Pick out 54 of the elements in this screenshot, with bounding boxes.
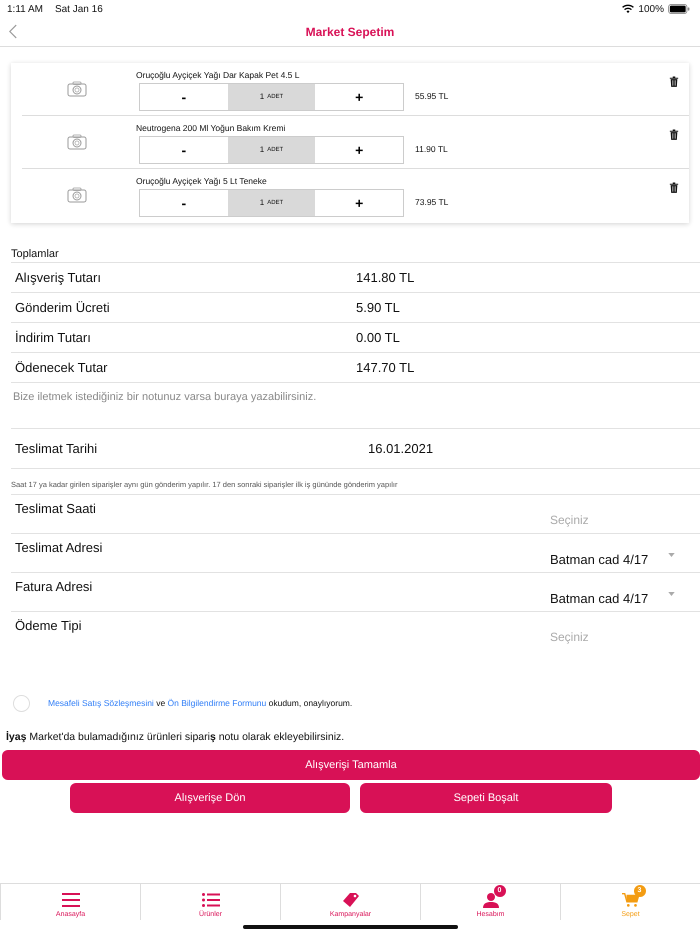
date-value: 16.01.2021 [368, 441, 434, 456]
product-name: Neutrogena 200 Ml Yoğun Bakım Kremi [136, 122, 286, 132]
trash-icon[interactable] [669, 181, 679, 194]
agreement-checkbox[interactable] [13, 694, 30, 712]
contract-link[interactable]: Mesafeli Satış Sözleşmesini [48, 698, 154, 708]
battery-percentage: 100% [638, 4, 664, 14]
camera-icon [67, 81, 87, 97]
list-icon [202, 892, 220, 908]
total-value: 0.00 TL [356, 330, 400, 345]
back-to-shopping-button[interactable]: Alışverişe Dön [70, 783, 350, 813]
product-price: 73.95 TL [415, 196, 448, 207]
field-label: Fatura Adresi [14, 578, 94, 596]
trash-icon[interactable] [669, 75, 679, 88]
quantity-value: 1 [260, 92, 264, 101]
total-label: Gönderim Ücreti [14, 300, 111, 315]
info-form-link[interactable]: Ön Bilgilendirme Formunu [168, 698, 266, 708]
empty-cart-button[interactable]: Sepeti Boşalt [360, 783, 612, 813]
back-icon[interactable] [9, 24, 17, 39]
field-label: Teslimat Tarihi [14, 441, 98, 456]
wifi-icon [622, 4, 634, 14]
total-label: Ödenecek Tutar [14, 360, 108, 375]
field-label: Ödeme Tipi [14, 617, 82, 635]
total-label: İndirim Tutarı [14, 330, 92, 345]
total-label: Alışveriş Tutarı [14, 270, 102, 285]
complete-order-button[interactable]: Alışverişi Tamamla [2, 750, 700, 780]
total-value: 5.90 TL [356, 300, 400, 315]
caret-icon [668, 592, 676, 596]
camera-icon [67, 187, 87, 203]
user-icon [482, 892, 500, 908]
product-name: Oruçoğlu Ayçiçek Yağı 5 Lt Teneke [136, 176, 268, 186]
select-field[interactable]: Batman cad 4/17 [550, 573, 700, 611]
tag-icon [342, 892, 360, 908]
total-value: 141.80 TL [356, 270, 414, 285]
section-heading: Toplamlar [11, 248, 60, 262]
order-note-text: İyaş Market'da bulamadığınız ürünleri sipariş notu olarak ekleyebilirsiniz. [6, 731, 346, 743]
product-price: 55.95 TL [415, 90, 448, 101]
status-date: Sat Jan 16 [54, 4, 103, 14]
product-name: Oruçoğlu Ayçiçek Yağı Dar Kapak Pet 4.5 L [136, 70, 300, 80]
field-label: Teslimat Adresi [14, 539, 104, 557]
quantity-value: 1 [260, 198, 264, 207]
field-label: Teslimat Saati [14, 500, 97, 518]
caret-icon [668, 553, 676, 557]
product-price: 11.90 TL [415, 143, 448, 154]
page-title: Market Sepetim [306, 25, 394, 39]
camera-icon [67, 134, 87, 150]
select-field[interactable]: Batman cad 4/17 [550, 534, 700, 572]
cart-icon [622, 892, 640, 908]
menu-icon [62, 892, 80, 908]
agreement-text: Mesafeli Satış Sözleşmesini ve Ön Bilgilendirme Formunu okudum, onaylıyorum. [48, 698, 352, 708]
battery-icon [668, 4, 690, 14]
total-value: 147.70 TL [356, 360, 414, 375]
quantity-value: 1 [260, 145, 264, 154]
trash-icon[interactable] [669, 128, 679, 141]
status-time: 1:11 AM [7, 4, 43, 14]
